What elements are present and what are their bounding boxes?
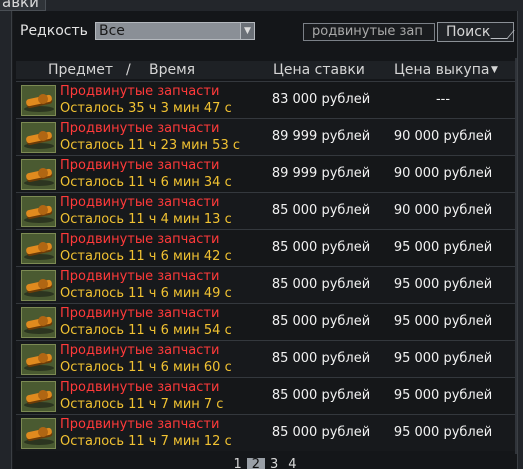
advanced-parts-icon[interactable]: [21, 122, 56, 153]
advanced-parts-icon[interactable]: [21, 307, 56, 338]
bid-price: 85 000 рублей: [271, 425, 371, 440]
page-link-2[interactable]: 2: [246, 458, 265, 469]
bid-price: 85 000 рублей: [271, 388, 371, 403]
advanced-parts-icon[interactable]: [21, 233, 56, 264]
time-remaining: Осталось 11 ч 23 мин 53 с: [60, 138, 240, 153]
time-remaining: Осталось 11 ч 6 мин 49 с: [60, 286, 232, 301]
buyout-price: 90 000 рублей: [393, 129, 493, 144]
table-header: Предмет / Время Цена ставки Цена выкупа …: [16, 61, 517, 79]
time-remaining: Осталось 11 ч 4 мин 13 с: [60, 212, 232, 227]
time-remaining: Осталось 11 ч 6 мин 34 с: [60, 175, 232, 190]
rarity-dropdown[interactable]: Все ▼: [95, 22, 255, 40]
bid-price: 83 000 рублей: [271, 92, 371, 107]
page-link-1[interactable]: 1: [228, 458, 246, 469]
bid-price: 85 000 рублей: [271, 203, 371, 218]
lot-row[interactable]: Продвинутые запчасти Осталось 11 ч 4 мин …: [16, 192, 517, 229]
time-remaining: Осталось 11 ч 6 мин 54 с: [60, 323, 232, 338]
advanced-parts-icon[interactable]: [21, 85, 56, 116]
bid-price: 85 000 рублей: [271, 351, 371, 366]
buyout-price: 95 000 рублей: [393, 351, 493, 366]
buyout-price: 95 000 рублей: [393, 240, 493, 255]
lot-list: Продвинутые запчасти Осталось 35 ч 3 мин …: [16, 81, 517, 451]
chevron-down-icon[interactable]: ▼: [240, 23, 254, 39]
search-button[interactable]: Поиск: [437, 22, 514, 42]
time-remaining: Осталось 11 ч 7 мин 7 с: [60, 397, 224, 412]
column-header-bid[interactable]: Цена ставки: [273, 61, 365, 79]
item-name: Продвинутые запчасти: [60, 84, 220, 99]
lot-row[interactable]: Продвинутые запчасти Осталось 11 ч 6 мин …: [16, 155, 517, 192]
lot-row[interactable]: Продвинутые запчасти Осталось 11 ч 6 мин …: [16, 266, 517, 303]
buyout-price: 90 000 рублей: [393, 203, 493, 218]
buyout-price: 95 000 рублей: [393, 277, 493, 292]
item-name: Продвинутые запчасти: [60, 269, 220, 284]
time-remaining: Осталось 11 ч 7 мин 12 с: [60, 434, 232, 449]
lot-row[interactable]: Продвинутые запчасти Осталось 11 ч 7 мин …: [16, 377, 517, 414]
bid-price: 89 999 рублей: [271, 129, 371, 144]
rarity-dropdown-value: Все: [99, 23, 125, 39]
lot-row[interactable]: Продвинутые запчасти Осталось 11 ч 7 мин …: [16, 414, 517, 451]
item-name: Продвинутые запчасти: [60, 343, 220, 358]
item-name: Продвинутые запчасти: [60, 232, 220, 247]
column-header-separator: /: [126, 62, 131, 78]
column-header-buyout[interactable]: Цена выкупа: [394, 61, 489, 79]
time-remaining: Осталось 11 ч 6 мин 42 с: [60, 249, 232, 264]
lot-row[interactable]: Продвинутые запчасти Осталось 11 ч 23 мин…: [16, 118, 517, 155]
bid-price: 89 999 рублей: [271, 166, 371, 181]
bid-price: 85 000 рублей: [271, 240, 371, 255]
item-name: Продвинутые запчасти: [60, 121, 220, 136]
column-header-item[interactable]: Предмет: [48, 61, 113, 79]
buyout-price: 90 000 рублей: [393, 166, 493, 181]
scrollbar[interactable]: [515, 58, 517, 454]
bid-price: 85 000 рублей: [271, 314, 371, 329]
time-remaining: Осталось 11 ч 6 мин 60 с: [60, 360, 232, 375]
lot-row[interactable]: Продвинутые запчасти Осталось 35 ч 3 мин …: [16, 81, 517, 118]
item-name: Продвинутые запчасти: [60, 158, 220, 173]
item-name: Продвинутые запчасти: [60, 417, 220, 432]
right-frame: [517, 11, 523, 469]
left-frame: [0, 11, 12, 469]
item-name: Продвинутые запчасти: [60, 306, 220, 321]
time-remaining: Осталось 35 ч 3 мин 47 с: [60, 101, 232, 116]
advanced-parts-icon[interactable]: [21, 381, 56, 412]
rarity-label: Редкость: [20, 23, 88, 39]
buyout-price: ---: [435, 92, 451, 107]
page-link-3[interactable]: 3: [265, 458, 283, 469]
item-name: Продвинутые запчасти: [60, 195, 220, 210]
advanced-parts-icon[interactable]: [21, 344, 56, 375]
item-name: Продвинутые запчасти: [60, 380, 220, 395]
advanced-parts-icon[interactable]: [21, 159, 56, 190]
window-titlebar: авки: [0, 0, 523, 11]
lot-row[interactable]: Продвинутые запчасти Осталось 11 ч 6 мин …: [16, 303, 517, 340]
buyout-price: 95 000 рублей: [393, 388, 493, 403]
advanced-parts-icon[interactable]: [21, 270, 56, 301]
sort-desc-icon[interactable]: ▼: [491, 61, 498, 79]
advanced-parts-icon[interactable]: [21, 418, 56, 449]
bid-price: 85 000 рублей: [271, 277, 371, 292]
auction-panel: Редкость Все ▼ родвинутые зап Поиск Пред…: [13, 11, 517, 469]
lot-row[interactable]: Продвинутые запчасти Осталось 11 ч 6 мин …: [16, 340, 517, 377]
advanced-parts-icon[interactable]: [21, 196, 56, 227]
search-input[interactable]: родвинутые зап: [303, 23, 435, 41]
page-link-4[interactable]: 4: [283, 458, 301, 469]
column-header-time[interactable]: Время: [149, 61, 195, 79]
buyout-price: 95 000 рублей: [393, 425, 493, 440]
pagination: 1234: [13, 457, 517, 469]
lot-row[interactable]: Продвинутые запчасти Осталось 11 ч 6 мин …: [16, 229, 517, 266]
window-title-tab: авки: [0, 0, 46, 11]
buyout-price: 95 000 рублей: [393, 314, 493, 329]
filter-row: Редкость Все ▼ родвинутые зап Поиск: [13, 21, 517, 43]
